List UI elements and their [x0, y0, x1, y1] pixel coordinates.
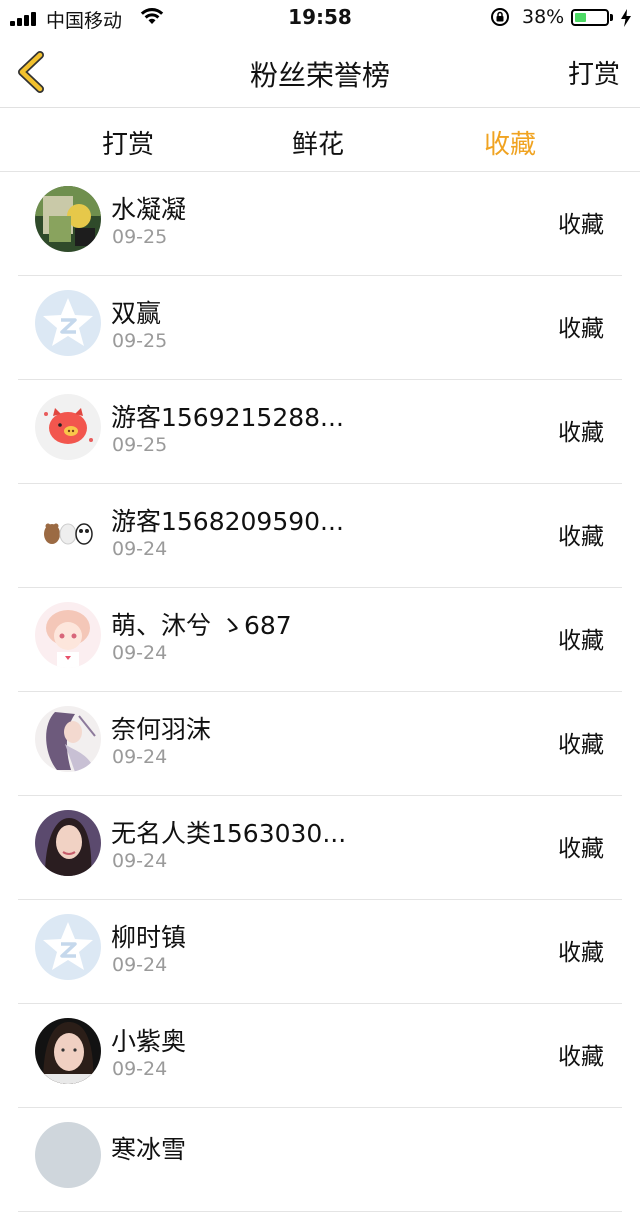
favorite-tag: 收藏	[558, 732, 604, 758]
fan-name: 寒冰雪	[111, 1135, 187, 1164]
list-item[interactable]: 萌、沐兮 ゝ687 09-24 收藏	[0, 588, 640, 692]
rotation-lock-icon	[491, 8, 509, 26]
fan-list: 水凝凝 09-25 收藏 双赢 09-25 收藏 游客1569215288...…	[0, 172, 640, 1212]
pig-avatar	[35, 394, 101, 460]
reward-button[interactable]: 打赏	[568, 54, 620, 91]
list-item[interactable]: 奈何羽沫 09-24 收藏	[0, 692, 640, 796]
fan-name: 游客1569215288...	[111, 403, 344, 432]
list-item[interactable]: 小紫奥 09-24 收藏	[0, 1004, 640, 1108]
favorite-tag: 收藏	[558, 524, 604, 550]
favorite-tag: 收藏	[558, 940, 604, 966]
battery-icon	[571, 9, 609, 26]
fan-date: 09-25	[112, 226, 168, 248]
fan-name: 柳时镇	[111, 923, 187, 952]
anime-girl-avatar	[35, 602, 101, 668]
fan-date: 09-24	[112, 1058, 168, 1080]
fan-name: 无名人类1563030...	[111, 819, 347, 848]
fan-name: 奈何羽沫	[111, 715, 212, 744]
favorite-tag: 收藏	[558, 836, 604, 862]
favorite-tag: 收藏	[558, 628, 604, 654]
photo-avatar	[35, 1018, 101, 1084]
list-item[interactable]: 游客1568209590... 09-24 收藏	[0, 484, 640, 588]
battery-cap	[610, 14, 613, 21]
list-item[interactable]: 双赢 09-25 收藏	[0, 276, 640, 380]
tab-reward[interactable]: 打赏	[58, 124, 198, 161]
fan-name: 萌、沐兮 ゝ687	[111, 611, 292, 640]
photo-avatar	[35, 186, 101, 252]
qq-default-avatar	[35, 290, 101, 356]
status-bar: 中国移动 19:58 38%	[0, 0, 640, 36]
list-item[interactable]: 水凝凝 09-25 收藏	[0, 172, 640, 276]
favorite-tag: 收藏	[558, 212, 604, 238]
favorite-tag: 收藏	[558, 420, 604, 446]
fan-date: 09-24	[112, 850, 168, 872]
charging-bolt-icon	[621, 9, 631, 27]
tab-flowers[interactable]: 鲜花	[248, 124, 388, 161]
list-item[interactable]: 柳时镇 09-24 收藏	[0, 900, 640, 1004]
qq-default-avatar	[35, 914, 101, 980]
page-title: 粉丝荣誉榜	[249, 59, 390, 92]
photo-avatar	[35, 1122, 101, 1188]
battery-level	[575, 13, 586, 22]
tab-favorites[interactable]: 收藏	[440, 124, 580, 161]
fan-name: 小紫奥	[111, 1027, 187, 1056]
list-item[interactable]: 无名人类1563030... 09-24 收藏	[0, 796, 640, 900]
fan-date: 09-25	[112, 330, 168, 352]
fan-date: 09-24	[112, 642, 168, 664]
list-item[interactable]: 寒冰雪	[0, 1108, 640, 1212]
fan-date: 09-24	[112, 746, 168, 768]
fan-date: 09-24	[112, 954, 168, 976]
favorite-tag: 收藏	[558, 1044, 604, 1070]
tab-bar: 打赏 鲜花 收藏	[0, 108, 640, 172]
fan-date: 09-25	[112, 434, 168, 456]
fan-date: 09-24	[112, 538, 168, 560]
nav-bar: 粉丝荣誉榜 打赏	[0, 36, 640, 108]
favorite-tag: 收藏	[558, 316, 604, 342]
bears-avatar	[35, 498, 101, 564]
list-item[interactable]: 游客1569215288... 09-25 收藏	[0, 380, 640, 484]
battery-percent: 38%	[522, 6, 565, 28]
fan-name: 游客1568209590...	[111, 507, 344, 536]
photo-avatar	[35, 810, 101, 876]
anime-girl-avatar	[35, 706, 101, 772]
fan-name: 双赢	[111, 299, 162, 328]
fan-name: 水凝凝	[111, 195, 187, 224]
